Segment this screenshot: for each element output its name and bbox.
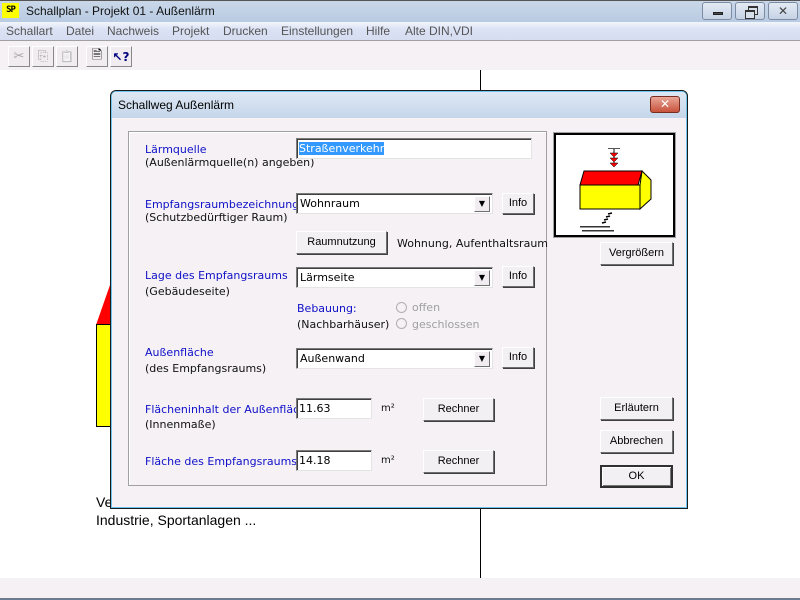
aussenflaeche-value: Außenwand [300, 352, 365, 365]
flaeche-empfangsraum-unit: m² [381, 455, 395, 466]
menu-datei[interactable]: Datei [66, 24, 94, 38]
properties-button[interactable]: 🗎 [86, 46, 108, 67]
laermquelle-label: Lärmquelle [145, 143, 207, 156]
scissors-icon: ✂ [13, 49, 25, 64]
lage-select[interactable]: Lärmseite ▼ [296, 267, 493, 288]
ok-button[interactable]: OK [600, 465, 673, 488]
source-label-mark [608, 148, 620, 149]
dialog-title: Schallweg Außenlärm [118, 98, 235, 112]
status-bar [0, 578, 800, 600]
bebauung-geschlossen-label: geschlossen [412, 318, 480, 331]
noise-arrow-head-3 [609, 162, 619, 168]
restore-button[interactable] [735, 2, 765, 20]
help-pointer-icon: ↖? [112, 49, 130, 64]
stair-mark [601, 221, 607, 224]
flaecheninhalt-sublabel: (Innenmaße) [145, 418, 216, 431]
toolbar: ✂ ⎘ 📋 🗎 ↖? [0, 42, 800, 70]
aussenflaeche-select[interactable]: Außenwand ▼ [296, 348, 493, 369]
empfangsraum-info-button[interactable]: Info [502, 193, 534, 214]
bebauung-geschlossen-radio[interactable] [396, 318, 407, 329]
copy-button[interactable]: ⎘ [32, 46, 54, 67]
dialog-titlebar: Schallweg Außenlärm ✕ [112, 92, 686, 118]
close-icon: ✕ [659, 97, 671, 111]
laermquelle-input[interactable]: Straßenverkehr [296, 138, 532, 159]
context-help-button[interactable]: ↖? [110, 46, 132, 67]
minimize-button[interactable] [702, 2, 732, 20]
vergroessern-button[interactable]: Vergrößern [600, 242, 673, 265]
flaeche-empfangsraum-input[interactable]: 14.18 [296, 450, 372, 471]
caption-mark [580, 226, 610, 228]
noise-arrow-head-2 [609, 157, 619, 163]
copy-icon: ⎘ [37, 49, 49, 64]
house-preview-image [554, 133, 675, 237]
flaecheninhalt-label: Flächeninhalt der Außenfläche [145, 403, 313, 416]
flaeche-empfangsraum-label: Fläche des Empfangsraums [145, 455, 298, 468]
laermquelle-value: Straßenverkehr [299, 142, 385, 155]
house-diagram-icon [579, 148, 652, 232]
flaeche-empfangsraum-rechner-button[interactable]: Rechner [423, 450, 494, 473]
flaecheninhalt-unit: m² [381, 403, 395, 414]
abbrechen-button[interactable]: Abbrechen [600, 430, 673, 453]
bebauung-label: Bebauung: [297, 302, 357, 315]
close-icon: ✕ [777, 4, 789, 18]
lage-info-button[interactable]: Info [502, 266, 534, 287]
stair-mark [603, 218, 609, 221]
paste-icon: 📋 [60, 50, 74, 63]
menu-drucken[interactable]: Drucken [223, 24, 268, 38]
laermquelle-sublabel: (Außenlärmquelle(n) angeben) [145, 156, 315, 169]
aussenflaeche-sublabel: (des Empfangsraums) [145, 362, 267, 375]
flaecheninhalt-input[interactable]: 11.63 [296, 398, 372, 419]
caption-mark [582, 230, 614, 232]
preview-wall [579, 184, 641, 210]
stair-mark [605, 215, 611, 218]
restore-icon [745, 6, 758, 19]
empfangsraum-sublabel: (Schutzbedürftiger Raum) [145, 211, 288, 224]
menu-nachweis[interactable]: Nachweis [107, 24, 159, 38]
bebauung-sublabel: (Nachbarhäuser) [297, 318, 390, 331]
preview-roof [579, 170, 643, 186]
aussenflaeche-label: Außenfläche [145, 346, 214, 359]
menu-alte-din-vdi[interactable]: Alte DIN,VDI [405, 24, 473, 38]
properties-icon: 🗎 [91, 47, 103, 63]
empfangsraum-label: Empfangsraumbezeichnung [145, 198, 300, 211]
close-window-button[interactable]: ✕ [768, 2, 798, 20]
paste-button[interactable]: 📋 [56, 46, 78, 67]
empfangsraum-select[interactable]: Wohnraum ▼ [296, 193, 493, 214]
menu-bar: Schallart Datei Nachweis Projekt Drucken… [0, 22, 800, 41]
noise-arrow-head-1 [609, 152, 619, 158]
minimize-icon [713, 12, 723, 15]
chevron-down-icon[interactable]: ▼ [474, 196, 490, 212]
background-text-line2: Industrie, Sportanlagen ... [96, 512, 257, 528]
window-titlebar: SP Schallplan - Projekt 01 - Außenlärm ✕ [0, 0, 800, 22]
aussenflaeche-info-button[interactable]: Info [502, 347, 534, 368]
menu-einstellungen[interactable]: Einstellungen [281, 24, 353, 38]
preview-gable [639, 169, 652, 211]
menu-projekt[interactable]: Projekt [172, 24, 209, 38]
stair-mark [607, 212, 613, 215]
chevron-down-icon[interactable]: ▼ [474, 270, 490, 286]
menu-hilfe[interactable]: Hilfe [366, 24, 390, 38]
lage-value: Lärmseite [300, 271, 355, 284]
app-logo-icon: SP [2, 3, 19, 18]
flaecheninhalt-rechner-button[interactable]: Rechner [423, 398, 494, 421]
raumnutzung-button[interactable]: Raumnutzung [296, 231, 387, 254]
chevron-down-icon[interactable]: ▼ [474, 351, 490, 367]
erlaeutern-button[interactable]: Erläutern [600, 397, 673, 420]
empfangsraum-value: Wohnraum [300, 197, 360, 210]
menu-schallart[interactable]: Schallart [6, 24, 53, 38]
lage-label: Lage des Empfangsraums [145, 269, 288, 282]
bebauung-offen-radio[interactable] [396, 302, 407, 313]
background-house-roof [96, 285, 110, 325]
dialog-close-button[interactable]: ✕ [650, 96, 680, 113]
window-title: Schallplan - Projekt 01 - Außenlärm [26, 4, 215, 18]
lage-sublabel: (Gebäudeseite) [145, 285, 230, 298]
bebauung-offen-label: offen [412, 301, 441, 314]
raumnutzung-value: Wohnung, Aufenthaltsraum [397, 237, 549, 250]
cut-button[interactable]: ✂ [8, 46, 30, 67]
